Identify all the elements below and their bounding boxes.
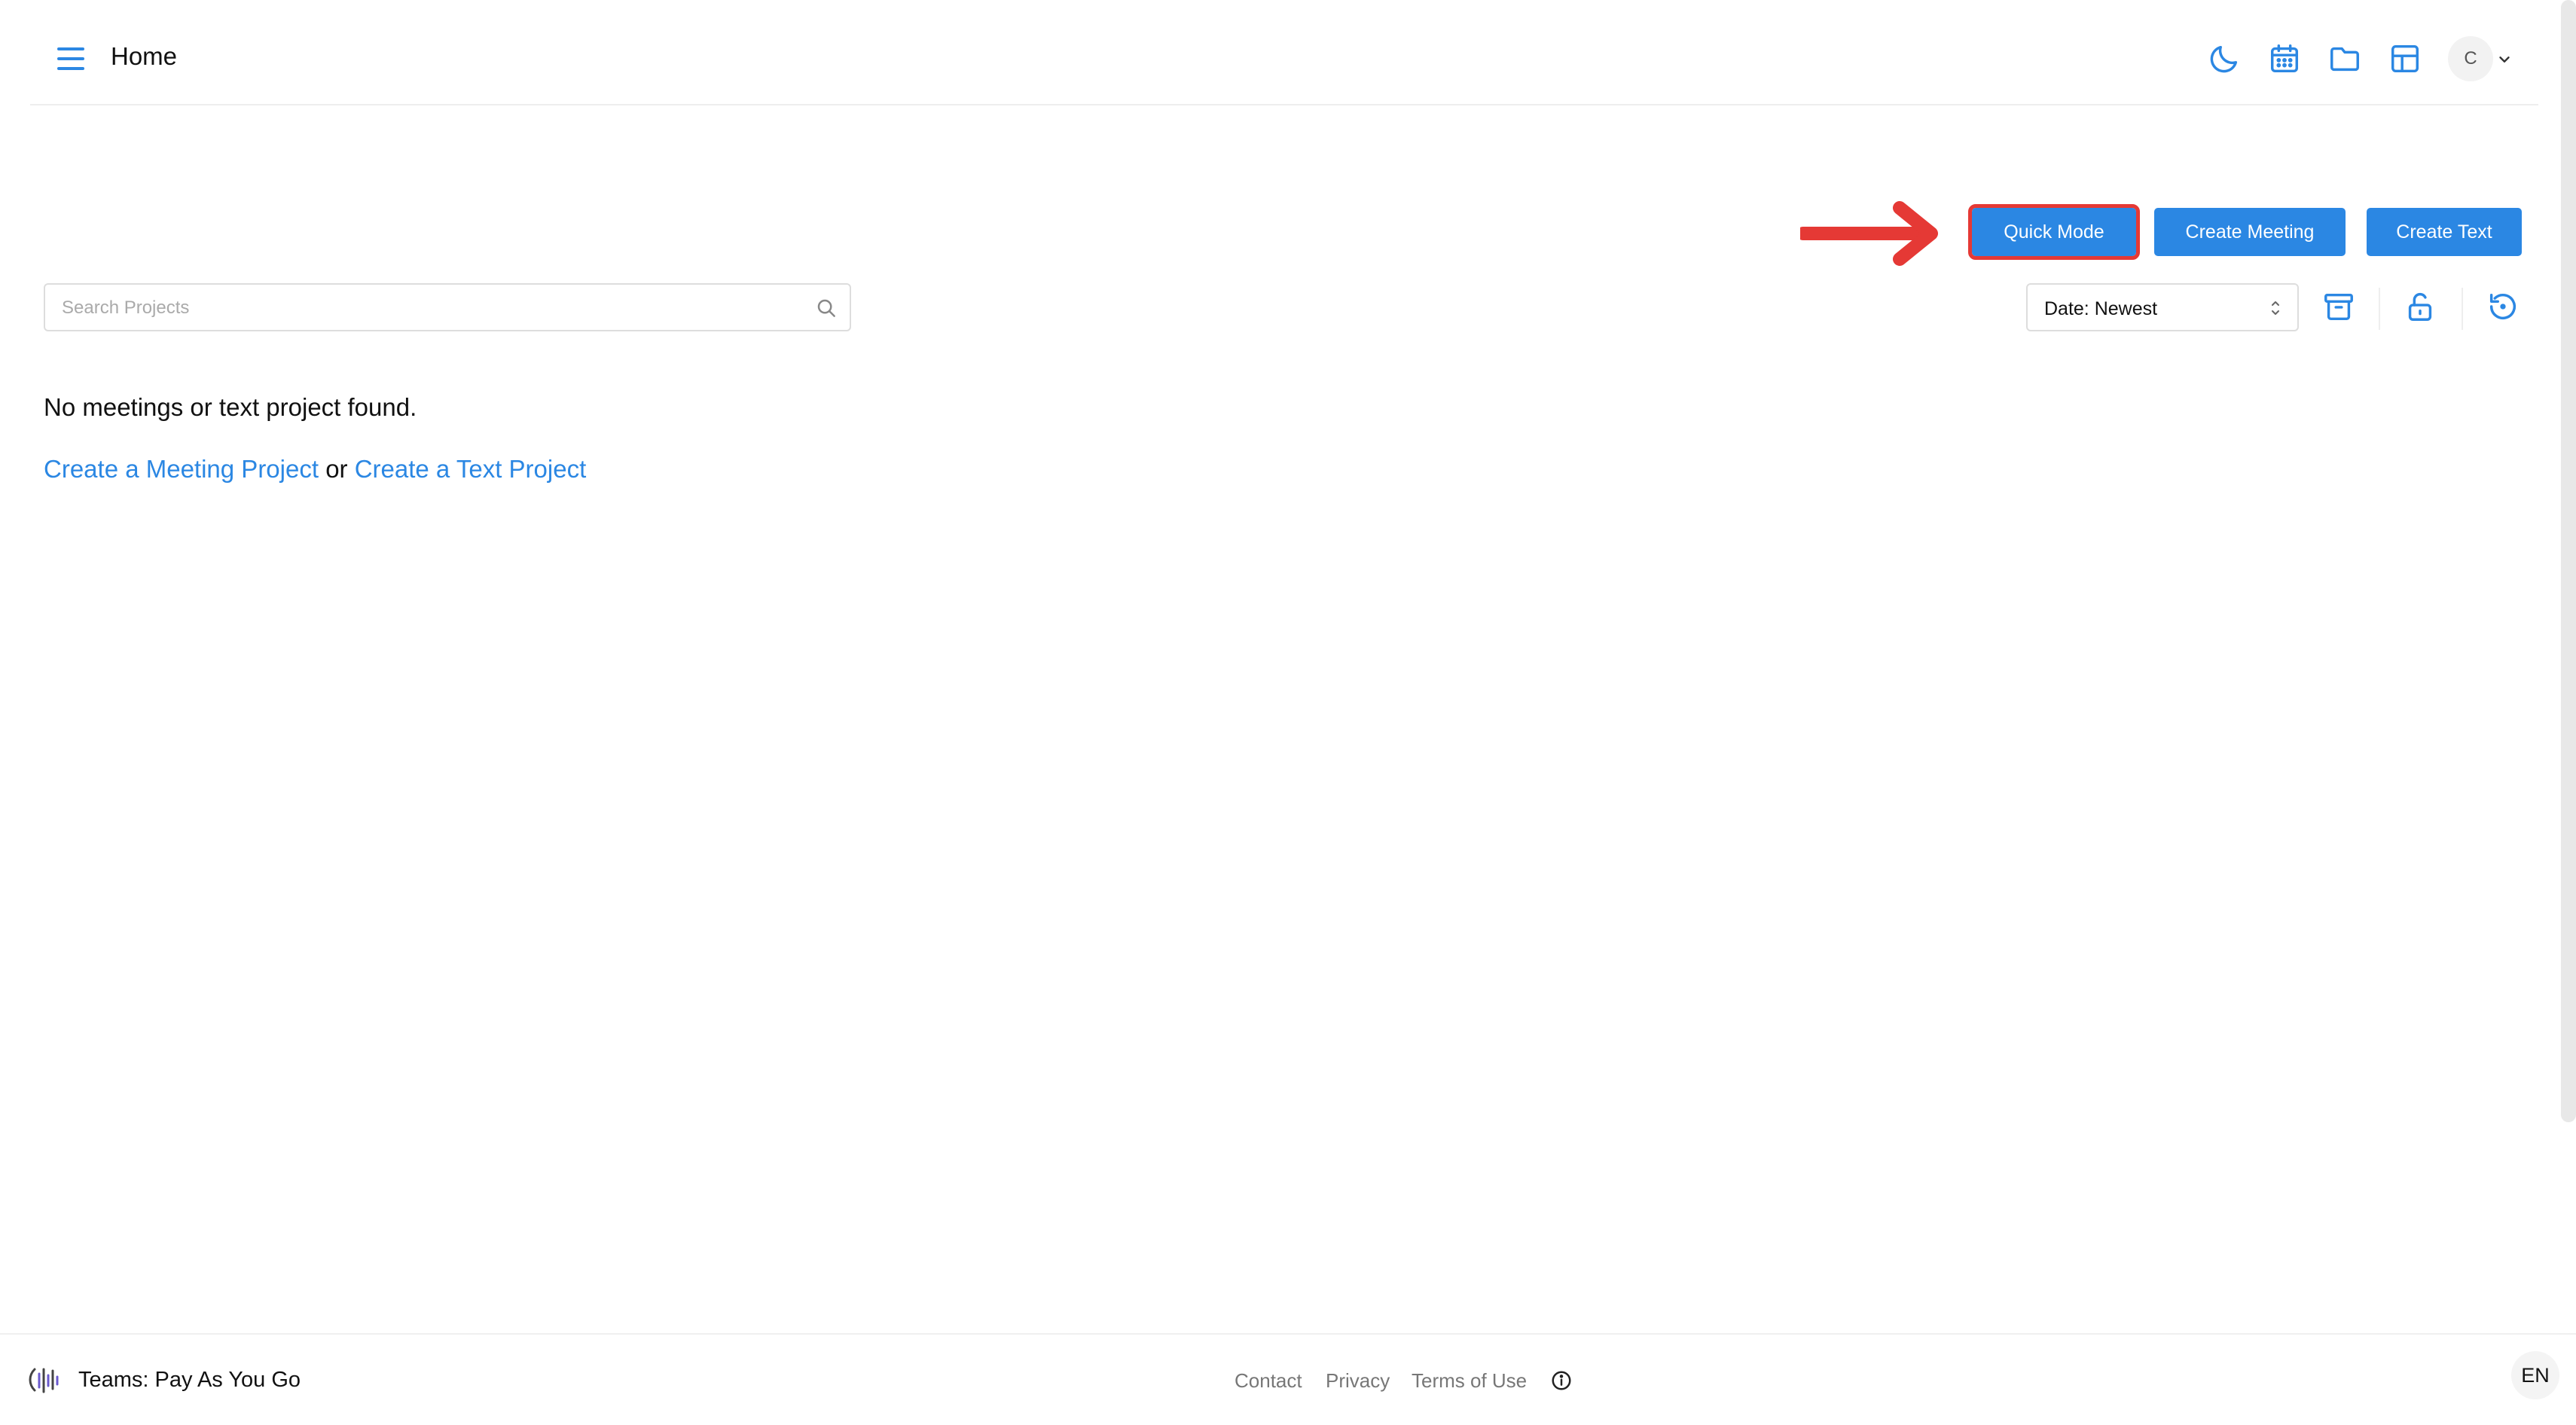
unlock-icon[interactable] — [2403, 289, 2437, 324]
search-icon[interactable] — [815, 297, 838, 319]
search-input[interactable] — [60, 291, 786, 325]
footer-link-contact[interactable]: Contact — [1235, 1369, 1302, 1393]
avatar[interactable]: C — [2448, 36, 2493, 81]
empty-state-message: No meetings or text project found. — [44, 393, 417, 421]
toolbar-divider — [2379, 288, 2380, 330]
select-caret-icon — [2269, 298, 2282, 318]
layout-grid-icon[interactable] — [2388, 41, 2422, 76]
menu-icon[interactable] — [54, 45, 87, 72]
info-icon[interactable] — [1550, 1369, 1573, 1392]
create-text-project-link[interactable]: Create a Text Project — [355, 455, 587, 483]
sort-selected-value: Date: Newest — [2044, 298, 2158, 319]
red-arrow-annotation-icon — [1796, 200, 1951, 267]
scrollbar[interactable] — [2561, 0, 2576, 1122]
toolbar-divider — [2462, 288, 2463, 330]
create-meeting-button[interactable]: Create Meeting — [2154, 208, 2346, 256]
calendar-icon[interactable] — [2267, 41, 2302, 76]
team-plan-label: Teams: Pay As You Go — [78, 1368, 301, 1392]
archive-icon[interactable] — [2321, 289, 2356, 324]
create-meeting-project-link[interactable]: Create a Meeting Project — [44, 455, 319, 483]
create-text-button[interactable]: Create Text — [2367, 208, 2522, 256]
footer-link-terms[interactable]: Terms of Use — [1412, 1369, 1527, 1393]
top-bar — [30, 0, 2538, 105]
chevron-down-icon[interactable] — [2496, 51, 2513, 68]
footer-link-privacy[interactable]: Privacy — [1326, 1369, 1390, 1393]
history-icon[interactable] — [2486, 289, 2520, 324]
footer: Teams: Pay As You Go Contact Privacy Ter… — [0, 1333, 2576, 1425]
page-title: Home — [111, 42, 178, 70]
folder-icon[interactable] — [2327, 41, 2362, 76]
language-button[interactable]: EN — [2511, 1351, 2559, 1399]
empty-state-connector: or — [325, 455, 348, 483]
search-box — [44, 283, 851, 331]
brand-logo-icon — [27, 1363, 63, 1396]
empty-state-links: Create a Meeting Project or Create a Tex… — [44, 455, 586, 484]
moon-icon[interactable] — [2207, 41, 2242, 76]
quick-mode-button[interactable]: Quick Mode — [1968, 204, 2140, 260]
sort-select[interactable]: Date: Newest — [2026, 283, 2299, 331]
